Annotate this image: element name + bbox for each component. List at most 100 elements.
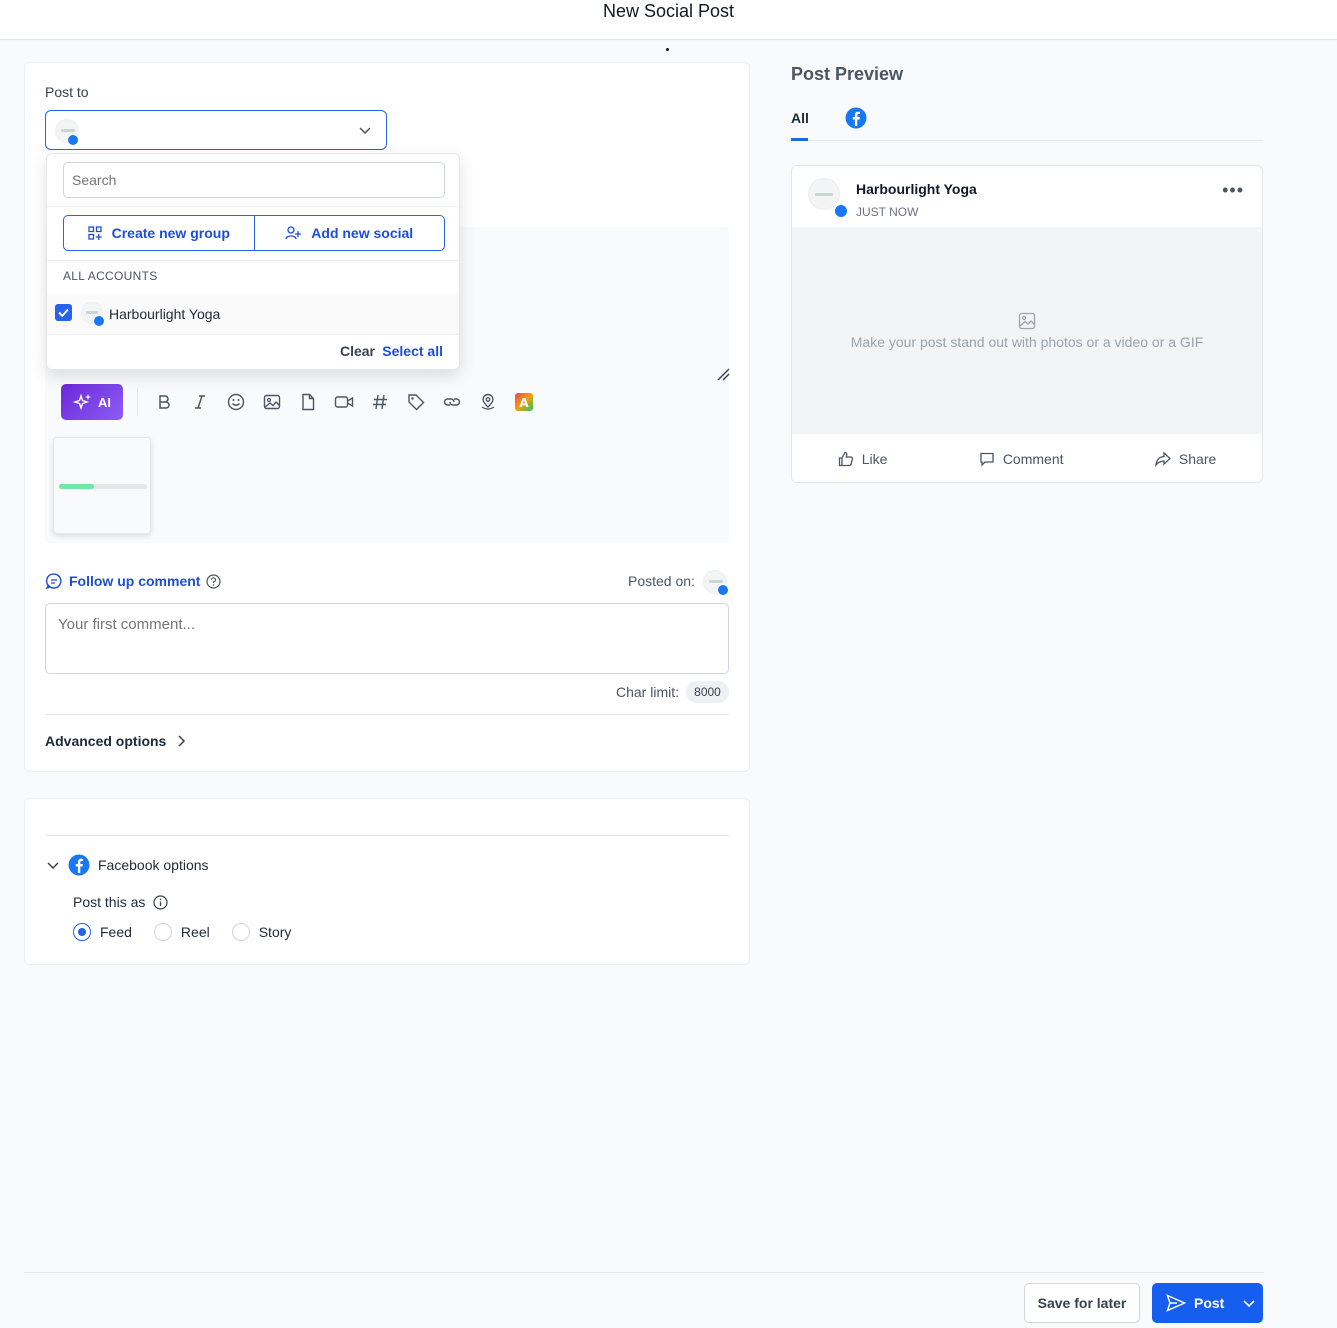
advanced-options-toggle[interactable]: Advanced options [45, 733, 186, 749]
more-options-icon[interactable]: ••• [1222, 180, 1244, 201]
hashtag-icon[interactable] [362, 384, 398, 420]
upload-progress-bar [59, 484, 147, 489]
add-social-button[interactable]: Add new social [253, 216, 445, 250]
tab-all[interactable]: All [791, 110, 809, 126]
preview-time: JUST NOW [856, 205, 919, 219]
top-bar: New Social Post [0, 0, 1337, 40]
like-action[interactable]: Like [838, 442, 888, 476]
tag-icon[interactable] [398, 384, 434, 420]
preview-media-placeholder: Make your post stand out with photos or … [792, 227, 1262, 434]
comment-input[interactable] [45, 603, 729, 674]
preview-avatar [808, 178, 848, 218]
add-social-label: Add new social [311, 225, 414, 241]
account-dropdown: Create new group Add new social ALL ACCO… [46, 153, 460, 370]
comment-action[interactable]: Comment [979, 442, 1064, 476]
emoji-icon[interactable] [218, 384, 254, 420]
radio-feed[interactable]: Feed [73, 923, 132, 941]
radio-feed-label: Feed [100, 924, 132, 940]
create-group-label: Create new group [111, 225, 230, 241]
post-to-select[interactable] [45, 110, 387, 150]
post-type-radio-group: Feed Reel Story [73, 923, 291, 941]
share-action[interactable]: Share [1155, 442, 1216, 476]
italic-icon[interactable] [182, 384, 218, 420]
account-name: Harbourlight Yoga [109, 306, 221, 322]
media-upload-thumbnail[interactable] [53, 437, 151, 534]
thumbs-up-icon [838, 451, 853, 467]
facebook-icon [845, 107, 867, 129]
facebook-options-title: Facebook options [98, 857, 209, 873]
create-group-button[interactable]: Create new group [64, 216, 254, 250]
comment-icon [980, 452, 994, 467]
info-icon[interactable] [153, 894, 168, 910]
preview-account-name: Harbourlight Yoga [856, 181, 977, 197]
upload-progress-fill [59, 484, 95, 489]
comment-label: Comment [1002, 451, 1064, 467]
like-label: Like [861, 451, 888, 467]
location-icon[interactable] [470, 384, 506, 420]
char-limit-label: Char limit: [616, 684, 680, 700]
post-to-label: Post to [45, 84, 89, 100]
chevron-down-icon [47, 862, 59, 870]
preview-card: Harbourlight Yoga JUST NOW ••• Make your… [791, 165, 1263, 483]
facebook-badge-icon [717, 584, 729, 596]
facebook-badge-icon [834, 204, 848, 218]
chevron-right-icon [178, 735, 186, 747]
facebook-badge-icon [93, 315, 105, 327]
help-icon[interactable] [206, 573, 222, 589]
account-search-input[interactable] [63, 162, 445, 198]
post-button[interactable]: Post [1152, 1283, 1263, 1323]
follow-up-label: Follow up comment [69, 573, 201, 589]
grid-plus-icon [87, 226, 102, 240]
select-all-button[interactable]: Select all [382, 343, 443, 359]
image-icon[interactable] [254, 384, 290, 420]
preview-tabs: All [791, 104, 1263, 141]
comment-bubble-icon [45, 573, 62, 590]
app-icon[interactable]: A [506, 384, 542, 420]
check-icon [58, 308, 69, 318]
bold-icon[interactable] [146, 384, 182, 420]
video-icon[interactable] [326, 384, 362, 420]
page-title: New Social Post [602, 1, 735, 21]
char-limit-value: 8000 [686, 681, 729, 703]
divider [45, 835, 729, 836]
resize-handle-icon[interactable] [715, 366, 731, 382]
ai-button[interactable]: AI [61, 384, 123, 420]
tab-facebook[interactable] [845, 107, 867, 134]
posted-on-label: Posted on: [628, 573, 695, 589]
post-as-label: Post this as [73, 894, 146, 910]
divider [45, 714, 729, 715]
radio-reel[interactable]: Reel [153, 923, 210, 941]
ai-label: AI [98, 394, 111, 410]
preview-actions: Like Comment Share [792, 442, 1262, 476]
svg-text:A: A [519, 396, 529, 410]
post-as-row: Post this as [73, 894, 168, 910]
radio-story[interactable]: Story [231, 923, 292, 941]
share-icon [1155, 451, 1171, 467]
facebook-badge-icon [67, 134, 79, 146]
account-checkbox[interactable] [55, 304, 72, 321]
advanced-options-label: Advanced options [45, 733, 167, 749]
user-plus-icon [285, 226, 302, 240]
preview-title: Post Preview [791, 64, 904, 84]
radio-reel-label: Reel [180, 924, 210, 940]
all-accounts-heading: ALL ACCOUNTS [63, 269, 158, 283]
chevron-down-icon[interactable] [1242, 1296, 1256, 1310]
editor-toolbar: AI A [61, 384, 542, 420]
account-row[interactable]: Harbourlight Yoga [47, 294, 459, 334]
share-label: Share [1178, 451, 1217, 467]
active-tab-indicator [791, 138, 808, 141]
clear-button[interactable]: Clear [340, 343, 375, 359]
facebook-options-toggle[interactable]: Facebook options [46, 854, 209, 876]
post-label: Post [1194, 1295, 1225, 1311]
footer-divider [24, 1272, 1264, 1273]
save-for-later-button[interactable]: Save for later [1024, 1283, 1140, 1323]
file-icon[interactable] [290, 384, 326, 420]
follow-up-toggle[interactable]: Follow up comment [45, 572, 222, 590]
send-icon [1166, 1294, 1186, 1312]
sparkles-icon [73, 393, 91, 411]
chevron-down-icon [359, 127, 371, 135]
radio-story-label: Story [258, 924, 292, 940]
image-placeholder-icon [1018, 312, 1036, 330]
link-icon[interactable] [434, 384, 470, 420]
loading-dot [666, 48, 669, 51]
